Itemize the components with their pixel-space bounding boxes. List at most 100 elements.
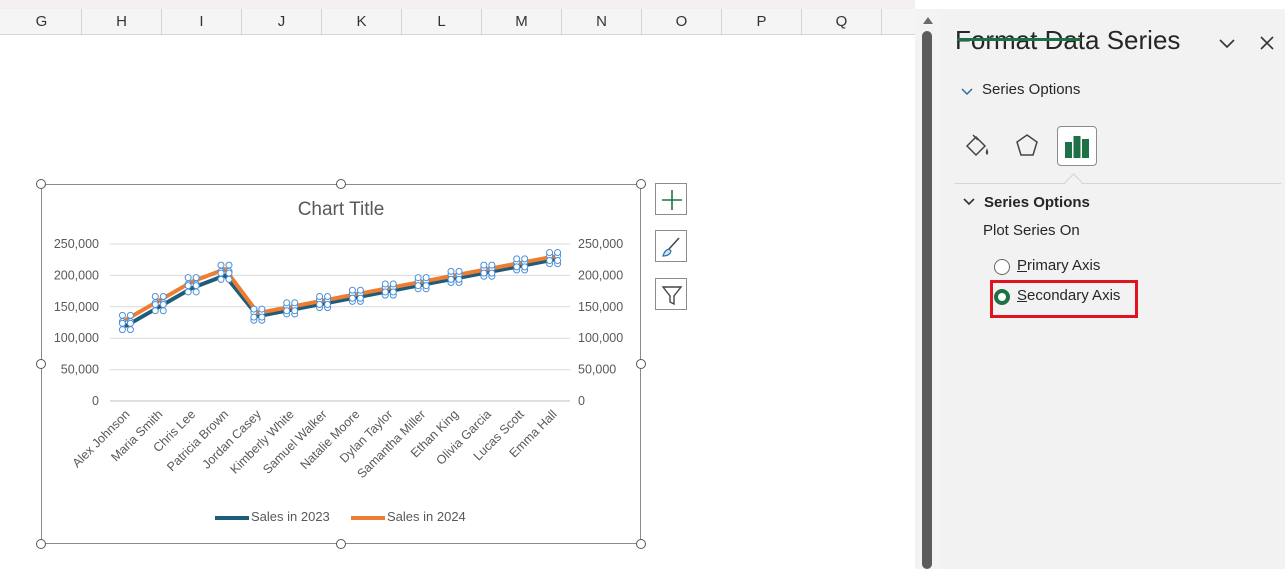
plus-icon [662, 190, 682, 210]
primary-axis-label: Primary Axis [1017, 257, 1100, 274]
series-point-marker [291, 307, 299, 315]
series-point-marker [291, 299, 299, 307]
series-point-marker [159, 301, 167, 309]
series-point-marker [316, 301, 324, 309]
y-tick-label-primary: 150,000 [54, 300, 99, 314]
y-tick-label-primary: 0 [92, 394, 99, 408]
plot-series-on-label: Plot Series On [983, 222, 1080, 239]
series-point-marker [217, 261, 225, 269]
series-point-marker [455, 275, 463, 283]
primary-axis-accel: P [1017, 257, 1028, 274]
effects-tab[interactable] [1007, 126, 1047, 166]
series-point-marker [151, 301, 159, 309]
series-point-marker [389, 280, 397, 288]
series-point-marker [118, 311, 126, 319]
series-point-marker [225, 269, 233, 277]
series-point-marker [126, 311, 134, 319]
filter-icon [661, 286, 683, 306]
series-point-marker [225, 275, 233, 283]
series-point-marker [480, 269, 488, 277]
y-tick-label-primary: 100,000 [54, 331, 99, 345]
tab-chevron-icon [961, 88, 973, 96]
tab-series-options-label: Series Options [982, 81, 1081, 98]
series-point-marker [250, 313, 258, 321]
series-point-marker [225, 261, 233, 269]
series-point-marker [324, 301, 332, 309]
series-options-bars-icon [1065, 136, 1089, 158]
legend-item-2023[interactable]: Sales in 2023 [215, 509, 330, 524]
section-chevron-down-icon[interactable] [963, 197, 975, 207]
chart-filters-button[interactable] [655, 278, 687, 310]
chart-plot: 250,000 200,000 150,000 100,000 50,000 0 250,… [54, 237, 623, 481]
series-point-marker [118, 326, 126, 334]
series-point-marker [192, 282, 200, 290]
y-tick-label-secondary: 250,000 [578, 237, 623, 251]
y-tick-label-primary: 50,000 [61, 363, 99, 377]
series-point-marker [488, 269, 496, 277]
legend-swatch-2024 [351, 515, 385, 520]
series-point-marker [159, 293, 167, 301]
series-point-marker [151, 307, 159, 315]
series-point-marker [348, 286, 356, 294]
series-point-marker [250, 305, 258, 313]
chart-elements-button[interactable] [655, 183, 687, 215]
series-point-marker [217, 269, 225, 277]
scroll-thumb[interactable] [922, 31, 932, 569]
y-tick-label-primary: 200,000 [54, 268, 99, 282]
series-point-marker [447, 275, 455, 283]
chevron-down-icon[interactable] [1217, 33, 1237, 53]
close-icon[interactable] [1257, 33, 1277, 53]
primary-axis-radio[interactable] [994, 259, 1010, 275]
paintbrush-icon [662, 237, 680, 257]
tab-pointer [1064, 173, 1083, 192]
legend-label-2024: Sales in 2024 [387, 509, 466, 524]
series-point-marker [356, 286, 364, 294]
series-point-marker [356, 294, 364, 302]
legend-item-2024[interactable]: Sales in 2024 [351, 509, 466, 524]
fill-line-icon [965, 134, 989, 157]
series-point-marker [513, 255, 521, 263]
series-point-marker [184, 282, 192, 290]
legend-swatch-2023 [215, 515, 249, 520]
series-point-marker [447, 267, 455, 275]
scroll-up-arrow-icon[interactable] [923, 17, 933, 24]
y-tick-label-primary: 250,000 [54, 237, 99, 251]
y-tick-label-secondary: 200,000 [578, 268, 623, 282]
series-point-marker [381, 280, 389, 288]
section-series-options-title[interactable]: Series Options [984, 194, 1090, 211]
series-point-marker [316, 293, 324, 301]
series-point-marker [126, 326, 134, 334]
series-point-marker [348, 294, 356, 302]
series-point-marker [126, 319, 134, 327]
tab-separator [955, 183, 1281, 184]
series-point-marker [521, 263, 529, 271]
series-point-marker [488, 261, 496, 269]
series-point-marker [283, 299, 291, 307]
series-point-marker [546, 249, 554, 257]
fill-line-tab[interactable] [957, 126, 997, 166]
series-options-tab[interactable] [1057, 126, 1097, 166]
series-point-marker [217, 275, 225, 283]
series-point-marker [118, 319, 126, 327]
y-tick-label-secondary: 150,000 [578, 300, 623, 314]
series-point-marker [184, 274, 192, 282]
series-point-marker [422, 274, 430, 282]
series-point-marker [258, 313, 266, 321]
y-tick-label-secondary: 100,000 [578, 331, 623, 345]
series-point-marker [414, 274, 422, 282]
series-point-marker [258, 305, 266, 313]
legend-label-2023: Sales in 2023 [251, 509, 330, 524]
vertical-scrollbar[interactable] [915, 9, 941, 569]
series-point-marker [159, 307, 167, 315]
series-point-marker [151, 293, 159, 301]
active-tab-underline [957, 38, 1081, 41]
primary-axis-text: rimary Axis [1027, 257, 1101, 274]
series-point-marker [554, 257, 562, 265]
series-point-marker [389, 288, 397, 296]
series-point-marker [414, 282, 422, 290]
chart-styles-button[interactable] [655, 230, 687, 262]
series-point-marker [184, 288, 192, 296]
format-data-series-panel: Format Data Series Series Options Series… [941, 9, 1285, 569]
series-point-marker [381, 288, 389, 296]
y-tick-label-secondary: 0 [578, 394, 585, 408]
